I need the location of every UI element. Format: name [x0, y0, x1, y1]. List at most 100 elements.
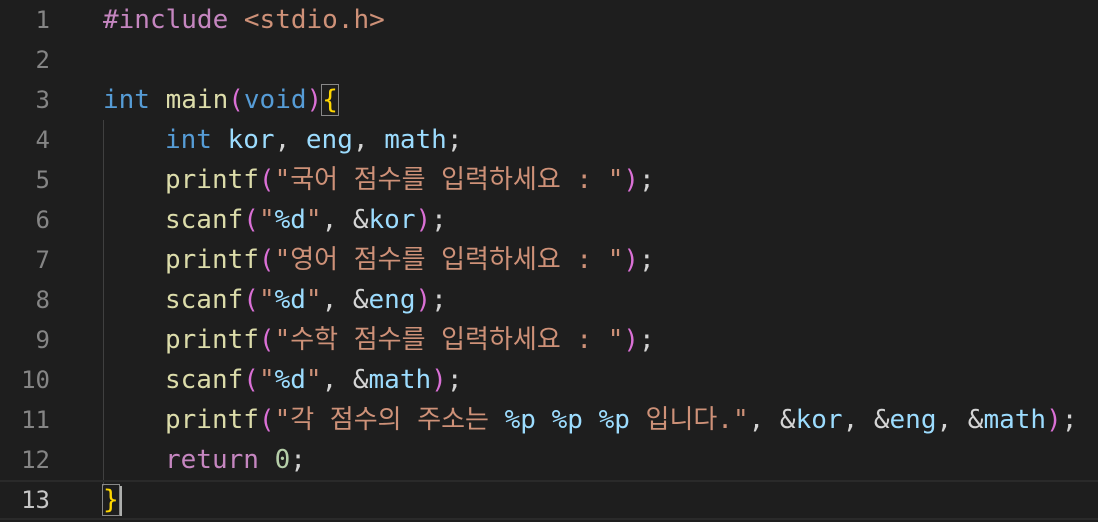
token-string: "	[305, 285, 322, 315]
token-string: "	[258, 205, 275, 235]
code-line[interactable]: 3 int main(void){	[0, 80, 1098, 120]
token-string	[583, 405, 599, 435]
token-variable: eng	[368, 285, 416, 315]
token-function: printf	[165, 165, 259, 195]
code-line[interactable]: 1 #include <stdio.h>	[0, 0, 1098, 40]
token-function: printf	[165, 325, 259, 355]
token-format-specifier: %p	[598, 405, 630, 435]
line-number: 1	[35, 6, 50, 34]
token-plain: ;	[431, 205, 447, 235]
token-bracket-level2: )	[415, 285, 432, 315]
token-plain: ;	[290, 445, 306, 475]
token-preprocessor: #include	[103, 5, 244, 35]
token-format-specifier: %d	[274, 285, 306, 315]
code-line[interactable]: 12 return 0;	[0, 440, 1098, 480]
code-text: int main(void){	[103, 80, 339, 120]
code-line[interactable]: 5 printf("국어 점수를 입력하세요 : ");	[0, 160, 1098, 200]
token-string: "수학 점수를 입력하세요 : "	[274, 325, 624, 355]
token-plain: , &	[936, 405, 984, 435]
token-string: "	[258, 285, 275, 315]
token-keyword: void	[243, 85, 307, 115]
token-variable: eng	[305, 125, 353, 155]
token-bracket-level2: )	[623, 245, 640, 275]
token-bracket-level2: (	[243, 365, 259, 395]
token-bracket-level2: (	[258, 405, 275, 435]
token-bracket-level1: }	[102, 484, 120, 516]
token-bracket-level2: (	[243, 285, 259, 315]
code-text: scanf("%d", &eng);	[103, 280, 447, 320]
token-variable: math	[368, 365, 432, 395]
token-string: 입니다."	[629, 405, 749, 435]
token-variable: kor	[795, 405, 843, 435]
token-bracket-level2: )	[623, 325, 640, 355]
token-plain: ;	[446, 365, 463, 395]
token-bracket-level2: )	[431, 365, 447, 395]
token-format-specifier: %d	[274, 205, 306, 235]
token-string: "	[258, 365, 275, 395]
token-string: "국어 점수를 입력하세요 : "	[274, 165, 624, 195]
code-line[interactable]: 9 printf("수학 점수를 입력하세요 : ");	[0, 320, 1098, 360]
token-string: "각 점수의 주소는	[274, 405, 505, 435]
token-plain: ;	[639, 325, 655, 355]
line-number: 11	[21, 406, 50, 434]
line-number: 3	[35, 86, 50, 114]
token-function: printf	[165, 245, 259, 275]
token-bracket-level2: (	[258, 165, 275, 195]
code-text: }	[102, 482, 122, 522]
token-format-specifier: %p	[551, 405, 583, 435]
token-plain: , &	[321, 365, 369, 395]
text-cursor	[119, 485, 122, 516]
token-variable: eng	[889, 405, 937, 435]
code-text: printf("국어 점수를 입력하세요 : ");	[103, 160, 655, 200]
line-number: 5	[35, 166, 50, 194]
code-line[interactable]: 10 scanf("%d", &math);	[0, 360, 1098, 400]
code-editor[interactable]: 1 #include <stdio.h> 2 3 int main(void){ 4 int…	[0, 0, 1098, 520]
token-number: 0	[274, 445, 291, 475]
token-string: "	[305, 365, 322, 395]
code-text: scanf("%d", &kor);	[103, 200, 447, 240]
code-line[interactable]: 8 scanf("%d", &eng);	[0, 280, 1098, 320]
code-line[interactable]: 7 printf("영어 점수를 입력하세요 : ");	[0, 240, 1098, 280]
code-text: printf("각 점수의 주소는 %p %p %p 입니다.", &kor, …	[103, 400, 1077, 440]
token-string: "영어 점수를 입력하세요 : "	[274, 245, 624, 275]
token-keyword: int	[103, 85, 150, 115]
line-number: 8	[35, 286, 50, 314]
token-control: return	[165, 445, 259, 475]
line-number: 6	[35, 206, 50, 234]
code-line[interactable]: 6 scanf("%d", &kor);	[0, 200, 1098, 240]
token-function: scanf	[165, 285, 244, 315]
token-plain: , &	[748, 405, 796, 435]
token-variable: kor	[227, 125, 275, 155]
code-line[interactable]: 11 printf("각 점수의 주소는 %p %p %p 입니다.", &kor…	[0, 400, 1098, 440]
token-plain: ;	[639, 245, 655, 275]
line-number: 2	[35, 46, 50, 74]
code-text: printf("영어 점수를 입력하세요 : ");	[103, 240, 655, 280]
token-plain: , &	[842, 405, 890, 435]
code-line[interactable]: 13}	[0, 480, 1098, 520]
line-number: 9	[35, 326, 50, 354]
line-number: 12	[21, 446, 50, 474]
token-plain: ,	[352, 125, 385, 155]
code-line[interactable]: 4 int kor, eng, math;	[0, 120, 1098, 160]
token-variable: math	[384, 125, 447, 155]
token-bracket-level2: )	[306, 85, 323, 115]
token-bracket-level2: )	[415, 205, 432, 235]
token-function: main	[165, 85, 229, 115]
token-function: scanf	[165, 205, 244, 235]
code-line[interactable]: 2	[0, 40, 1098, 80]
token-plain: , &	[321, 285, 369, 315]
token-string: <stdio.h>	[243, 5, 385, 35]
line-number: 10	[21, 366, 50, 394]
token-bracket-level2: (	[243, 205, 259, 235]
token-function: printf	[165, 405, 259, 435]
token-plain: ;	[1061, 405, 1078, 435]
code-text: scanf("%d", &math);	[103, 360, 462, 400]
token-plain: ;	[431, 285, 447, 315]
line-number: 7	[35, 246, 50, 274]
line-number: 4	[35, 126, 50, 154]
line-number: 13	[21, 486, 50, 514]
token-plain: ;	[639, 165, 655, 195]
code-text: int kor, eng, math;	[103, 120, 462, 160]
token-format-specifier: %d	[274, 365, 306, 395]
